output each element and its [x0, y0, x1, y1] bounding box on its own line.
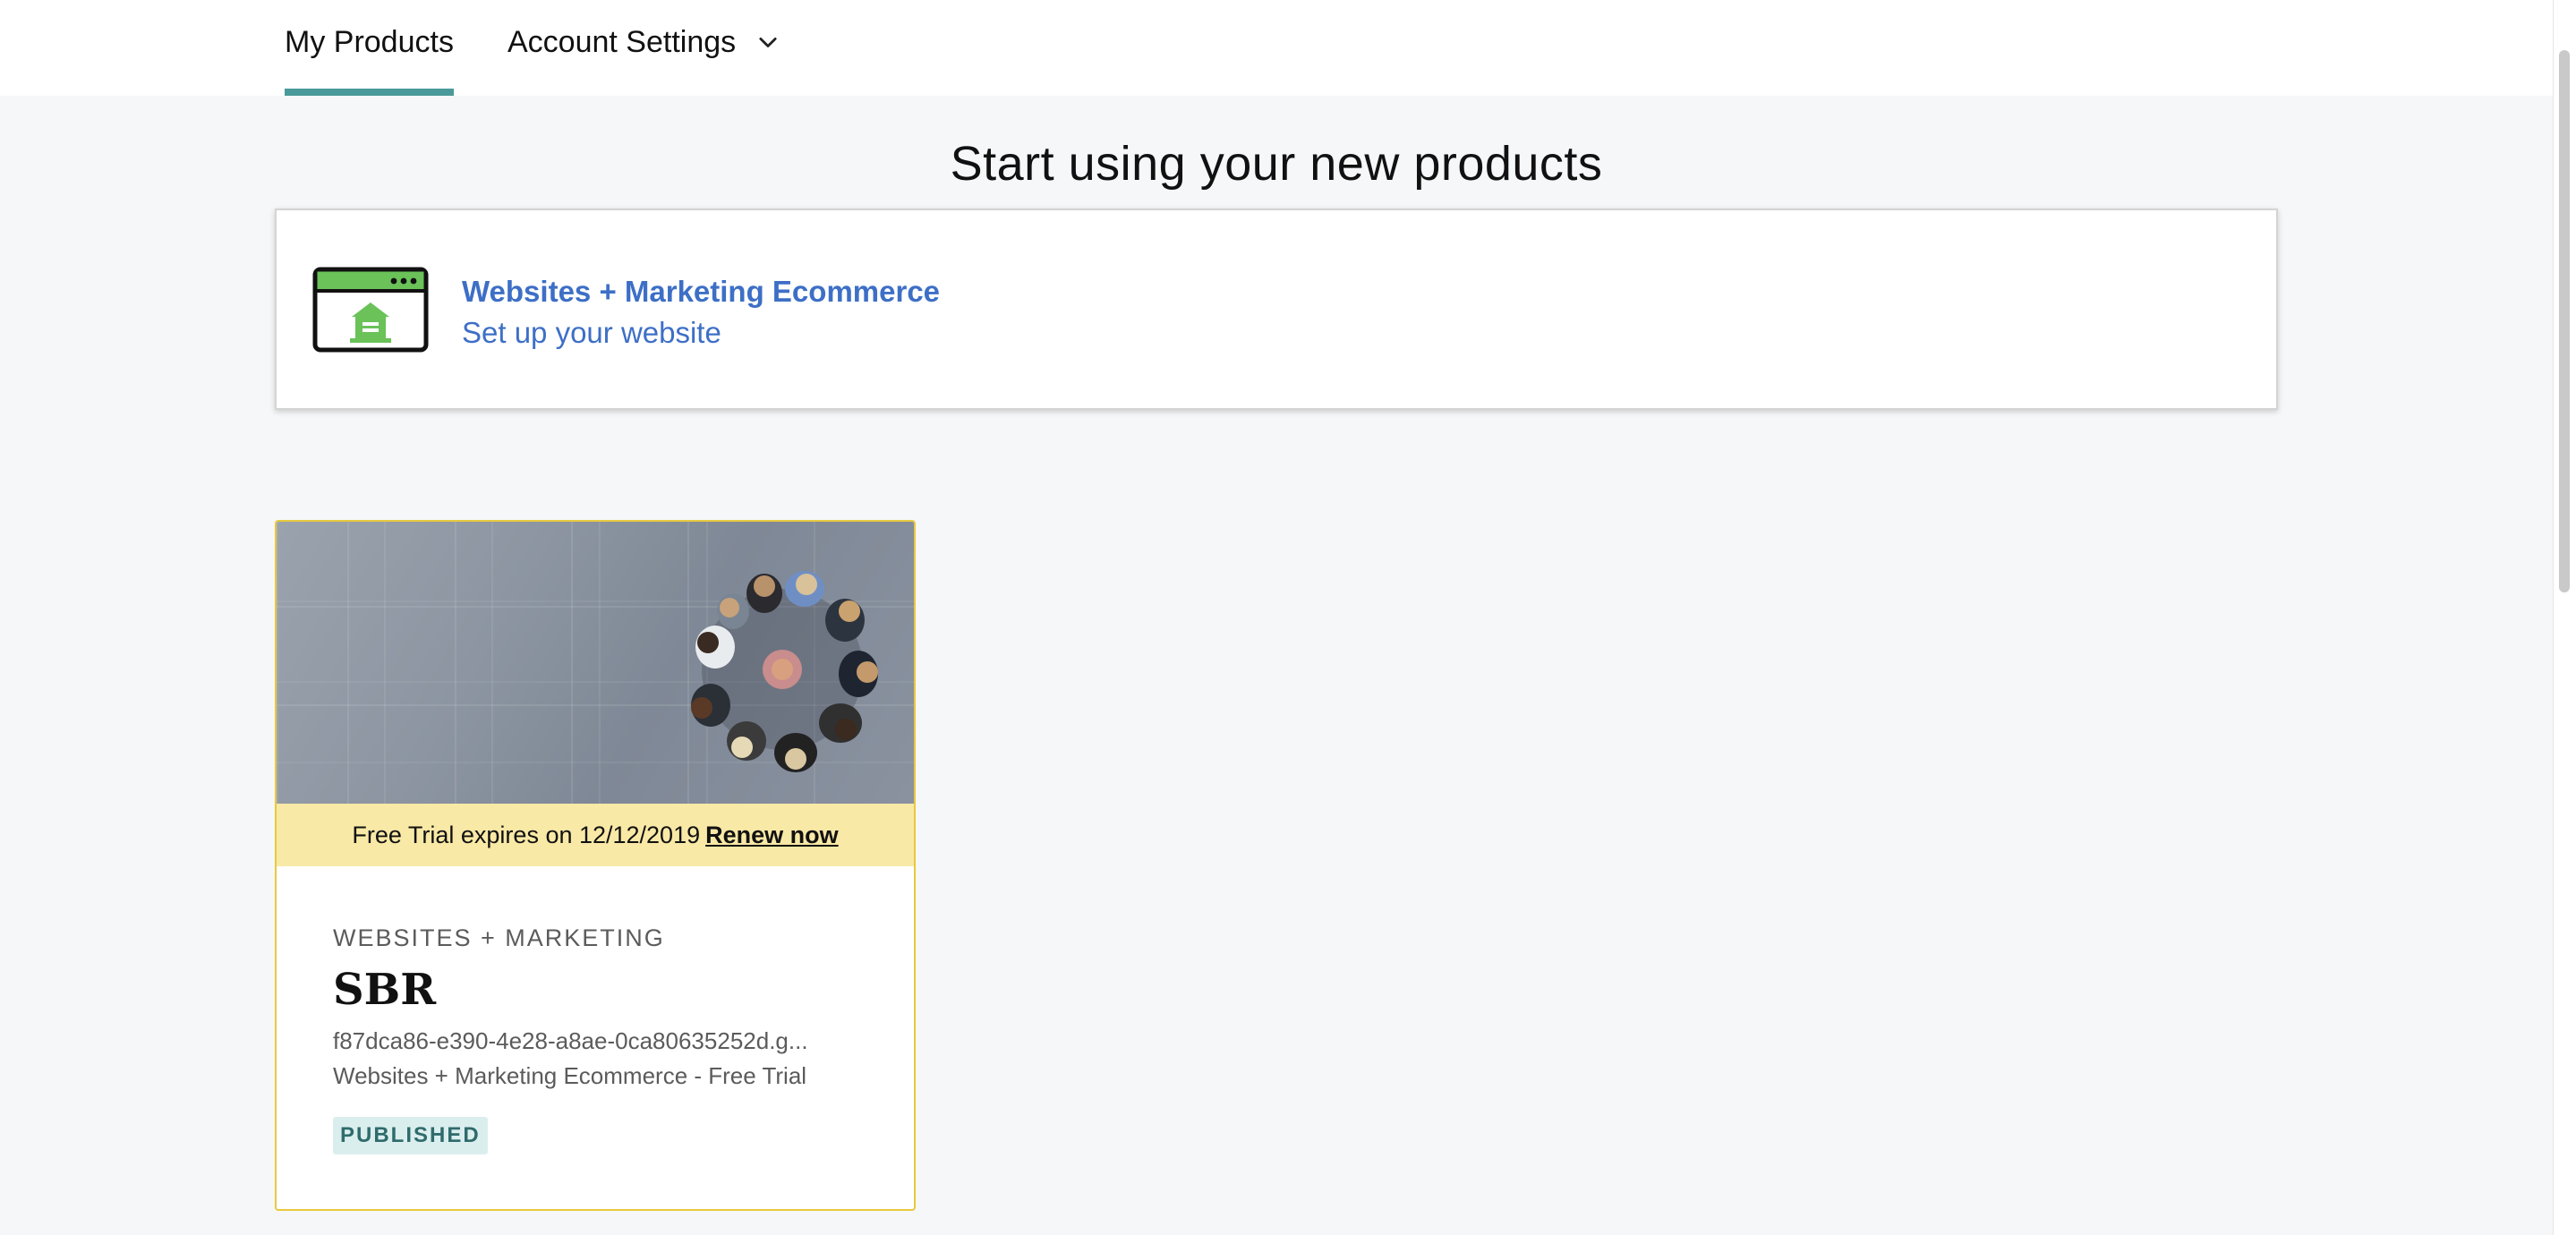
chevron-down-icon — [759, 37, 777, 47]
team-hands-together-photo — [277, 522, 914, 804]
free-trial-banner: Free Trial expires on 12/12/2019 Renew n… — [277, 804, 914, 866]
product-plan: Websites + Marketing Ecommerce - Free Tr… — [333, 1062, 807, 1089]
page-scrollbar[interactable] — [2553, 0, 2576, 1235]
renew-now-link[interactable]: Renew now — [705, 822, 839, 849]
setup-website-link[interactable]: Set up your website — [462, 316, 721, 350]
top-navigation: My Products Account Settings — [0, 0, 2553, 96]
product-category: WEBSITES + MARKETING — [333, 924, 665, 951]
product-name[interactable]: SBR — [333, 965, 887, 1015]
tab-my-products-label: My Products — [285, 25, 454, 59]
tab-account-settings-label: Account Settings — [508, 25, 737, 59]
tab-account-settings[interactable]: Account Settings — [508, 0, 780, 96]
active-tab-indicator — [285, 89, 454, 96]
setup-product-title[interactable]: Websites + Marketing Ecommerce — [462, 275, 940, 309]
product-card[interactable]: Free Trial expires on 12/12/2019 Renew n… — [275, 520, 916, 1211]
page-title: Start using your new products — [950, 137, 1603, 191]
setup-website-card[interactable]: Websites + Marketing Ecommerce Set up yo… — [275, 209, 2278, 410]
product-domain: f87dca86-e390-4e28-a8ae-0ca80635252d.g..… — [333, 1027, 808, 1054]
team-photo-illustration — [277, 522, 914, 804]
website-store-icon — [312, 267, 429, 353]
tab-my-products[interactable]: My Products — [285, 0, 454, 96]
status-badge: PUBLISHED — [333, 1117, 488, 1154]
trial-expiry-text: Free Trial expires on 12/12/2019 — [352, 821, 701, 848]
scrollbar-thumb[interactable] — [2559, 50, 2570, 592]
product-details: WEBSITES + MARKETING SBR f87dca86-e390-4… — [333, 924, 887, 1154]
